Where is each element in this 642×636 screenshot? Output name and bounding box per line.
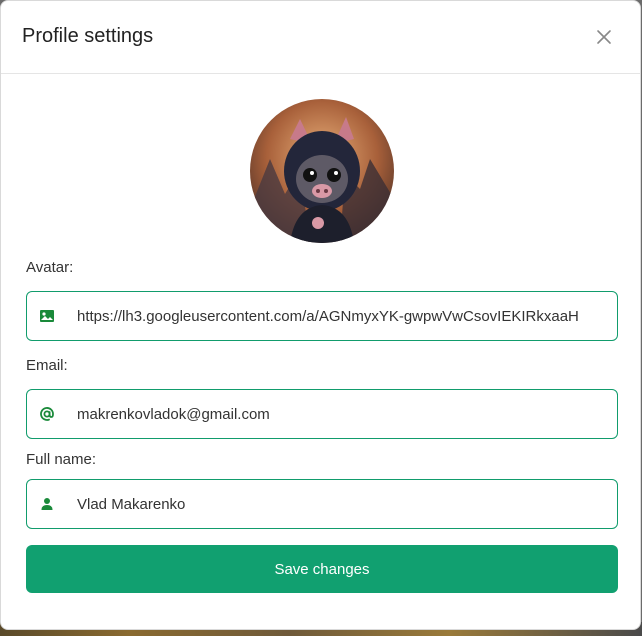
avatar	[250, 99, 394, 243]
avatar-url-field[interactable]	[26, 291, 618, 341]
email-field[interactable]	[26, 389, 618, 439]
full-name-label: Full name:	[26, 451, 97, 468]
dialog-title: Profile settings	[22, 25, 154, 47]
email-label: Email:	[26, 357, 68, 374]
user-icon	[41, 498, 53, 510]
at-icon	[40, 407, 54, 421]
close-icon	[597, 30, 611, 44]
full-name-input[interactable]	[77, 480, 611, 528]
dialog-header: Profile settings	[1, 1, 640, 74]
close-button[interactable]	[594, 27, 614, 47]
profile-settings-dialog: Profile settings Avatar: https://lh3.goo…	[0, 0, 641, 630]
save-changes-button[interactable]: Save changes	[26, 545, 618, 593]
email-input[interactable]	[77, 390, 611, 438]
avatar-url-input[interactable]	[77, 292, 611, 340]
full-name-field[interactable]	[26, 479, 618, 529]
image-icon	[40, 310, 54, 322]
avatar-label: Avatar:	[26, 259, 74, 276]
